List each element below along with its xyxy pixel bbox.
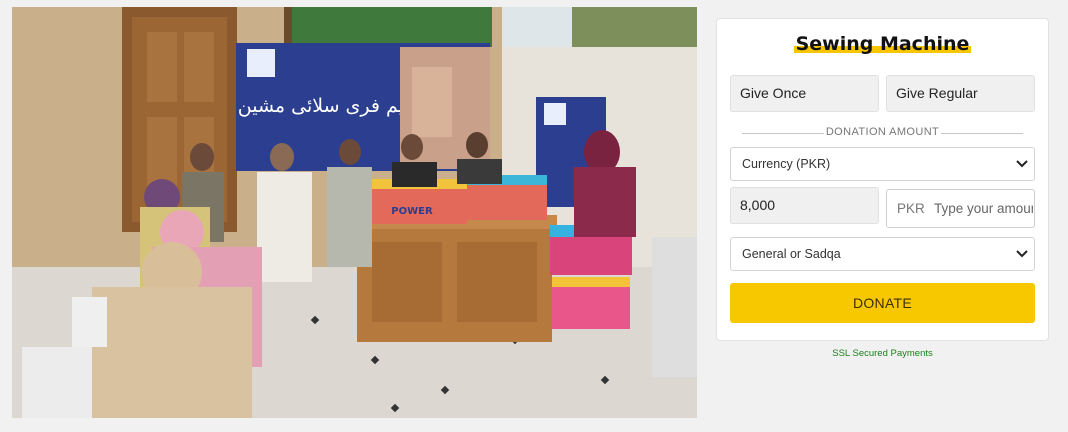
custom-amount-field[interactable]: PKR [886, 189, 1035, 228]
chevron-down-icon [1016, 250, 1028, 258]
custom-amount-currency: PKR [897, 201, 925, 216]
purpose-select[interactable]: General or Sadqa [730, 237, 1035, 271]
custom-amount-input[interactable] [934, 191, 1033, 226]
chevron-down-icon [1016, 160, 1028, 168]
donation-amount-label: DONATION AMOUNT [825, 126, 940, 138]
donate-button[interactable]: DONATE [730, 283, 1035, 323]
currency-select-value: Currency (PKR) [742, 157, 831, 171]
give-regular-button[interactable]: Give Regular [886, 75, 1035, 112]
box-brand-text: POWER [391, 206, 433, 217]
ssl-secured-text: SSL Secured Payments [832, 348, 933, 359]
donation-amount-divider: DONATION AMOUNT [742, 126, 1023, 140]
give-once-button[interactable]: Give Once [730, 75, 879, 112]
donation-card: Sewing Machine Give Once Give Regular DO… [716, 18, 1049, 341]
card-title: Sewing Machine [793, 33, 972, 55]
event-photo: تقسیم فری سلائی مشین POWER [12, 7, 697, 418]
purpose-select-value: General or Sadqa [742, 247, 841, 261]
preset-amount-button[interactable]: 8,000 [730, 187, 879, 224]
currency-select[interactable]: Currency (PKR) [730, 147, 1035, 181]
donation-page: تقسیم فری سلائی مشین POWER Sewing Machin… [0, 0, 1068, 432]
title-wrap: Sewing Machine [717, 33, 1048, 55]
divider-line-right [941, 133, 1023, 134]
card-title-text: Sewing Machine [795, 33, 970, 55]
